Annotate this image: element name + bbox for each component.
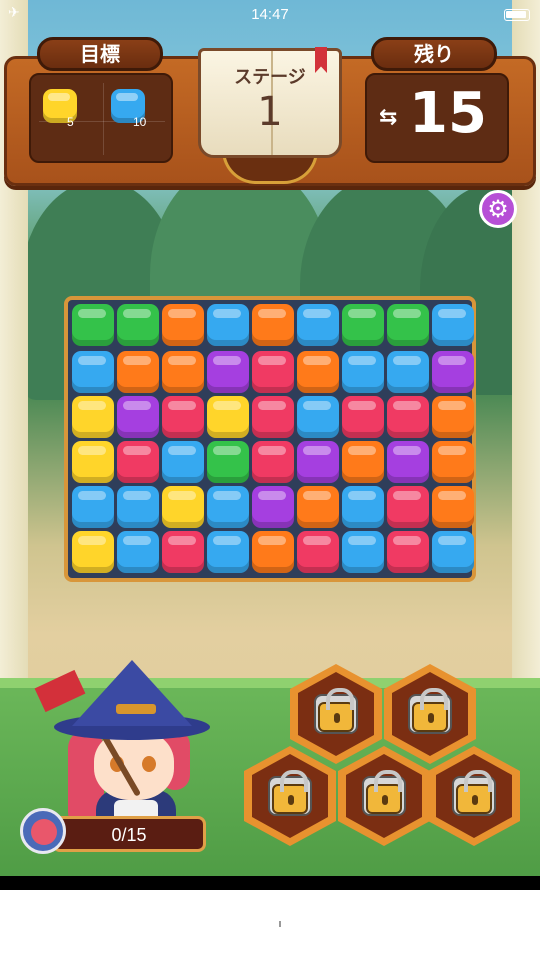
gear-icon: ⚙: [487, 195, 509, 223]
red-cube[interactable]: [162, 396, 204, 438]
blue-cube[interactable]: [162, 441, 204, 483]
booster-bomb[interactable]: [384, 664, 476, 764]
red-cube[interactable]: [387, 396, 429, 438]
yellow-cube[interactable]: [72, 396, 114, 438]
blue-cube[interactable]: [72, 486, 114, 528]
blue-cube[interactable]: [297, 304, 339, 346]
stage-label: ステージ: [234, 67, 306, 88]
blue-cube[interactable]: [432, 531, 474, 573]
red-cube[interactable]: [297, 531, 339, 573]
orange-cube[interactable]: [162, 351, 204, 393]
blue-cube[interactable]: [207, 486, 249, 528]
blue-cube[interactable]: [117, 486, 159, 528]
home-indicator: [279, 921, 281, 927]
red-cube[interactable]: [162, 531, 204, 573]
progress-text: 0/15: [111, 825, 147, 845]
moves-remaining: 15: [409, 81, 487, 146]
purple-cube[interactable]: [297, 441, 339, 483]
orange-cube[interactable]: [252, 531, 294, 573]
yellow-cube[interactable]: [162, 486, 204, 528]
purple-cube[interactable]: [207, 351, 249, 393]
green-cube[interactable]: [387, 304, 429, 346]
blue-cube[interactable]: [342, 531, 384, 573]
blue-cube[interactable]: [342, 351, 384, 393]
blue-cube[interactable]: [207, 304, 249, 346]
red-cube[interactable]: [252, 351, 294, 393]
green-cube[interactable]: [117, 304, 159, 346]
goal-blue-count: 10: [133, 115, 147, 129]
booster-cross[interactable]: [244, 746, 336, 846]
settings-button[interactable]: ⚙: [479, 190, 517, 228]
yellow-cube[interactable]: [72, 441, 114, 483]
red-cube[interactable]: [252, 441, 294, 483]
goal-divider: [103, 83, 104, 155]
purple-cube[interactable]: [387, 441, 429, 483]
red-cube[interactable]: [252, 396, 294, 438]
purple-cube[interactable]: [432, 351, 474, 393]
goal-box: 5 10: [29, 73, 173, 163]
battery-icon: [504, 9, 530, 21]
orange-cube[interactable]: [297, 351, 339, 393]
status-bar: ✈ 14:47: [0, 0, 540, 30]
orange-cube[interactable]: [252, 304, 294, 346]
orange-cube[interactable]: [297, 486, 339, 528]
lock-icon: [456, 770, 492, 814]
moves-title: 残り: [371, 37, 497, 71]
progress-bar: 0/15: [52, 816, 206, 852]
yellow-cube[interactable]: [207, 396, 249, 438]
blue-cube[interactable]: [387, 351, 429, 393]
goal-yellow-count: 5: [67, 115, 74, 129]
goal-title: 目標: [37, 37, 163, 71]
lock-icon: [272, 770, 308, 814]
moves-arrows-icon: ⇆: [379, 105, 398, 130]
green-cube[interactable]: [72, 304, 114, 346]
orange-cube[interactable]: [432, 396, 474, 438]
green-cube[interactable]: [342, 304, 384, 346]
witch-hat-icon: [72, 660, 192, 726]
blue-cube[interactable]: [207, 531, 249, 573]
red-cube[interactable]: [387, 531, 429, 573]
booster-potion[interactable]: [428, 746, 520, 846]
blue-cube[interactable]: [297, 396, 339, 438]
yellow-cube[interactable]: [72, 531, 114, 573]
game-board[interactable]: [64, 296, 476, 582]
status-time: 14:47: [251, 6, 289, 23]
blue-cube[interactable]: [342, 486, 384, 528]
purple-cube[interactable]: [252, 486, 294, 528]
avatar: [20, 808, 66, 854]
orange-cube[interactable]: [432, 486, 474, 528]
purple-cube[interactable]: [117, 396, 159, 438]
booster-hammer[interactable]: [290, 664, 382, 764]
bottom-strip: [0, 876, 540, 890]
orange-cube[interactable]: [162, 304, 204, 346]
red-cube[interactable]: [117, 441, 159, 483]
hat-buckle: [116, 704, 156, 714]
booster-panel: [232, 656, 532, 880]
orange-cube[interactable]: [432, 441, 474, 483]
stage-book: ステージ 1: [198, 47, 342, 158]
witch-eye: [142, 756, 156, 772]
orange-cube[interactable]: [117, 351, 159, 393]
lock-icon: [366, 770, 402, 814]
moves-box: ⇆ 15: [365, 73, 509, 163]
blue-cube[interactable]: [432, 304, 474, 346]
green-cube[interactable]: [207, 441, 249, 483]
stage-number: 1: [257, 89, 283, 135]
blue-cube[interactable]: [117, 531, 159, 573]
orange-cube[interactable]: [342, 441, 384, 483]
red-cube[interactable]: [387, 486, 429, 528]
lock-icon: [412, 688, 448, 732]
lock-icon: [318, 688, 354, 732]
red-cube[interactable]: [342, 396, 384, 438]
blue-cube[interactable]: [72, 351, 114, 393]
booster-shuffle[interactable]: [338, 746, 430, 846]
